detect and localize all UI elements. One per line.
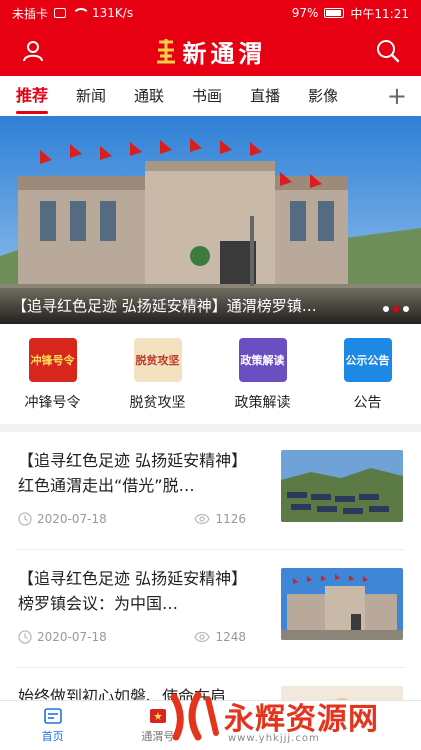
eye-icon: [194, 631, 211, 643]
carousel-dot: [403, 306, 409, 312]
watermark-url: www.yhkjjj.com: [228, 733, 320, 744]
battery-icon: [324, 8, 345, 18]
charge-thumb: 冲锋号令: [28, 338, 77, 382]
app-header: 新通渭: [0, 26, 421, 76]
news-views: 1248: [215, 630, 246, 644]
quick-link-label: 冲锋号令: [24, 395, 81, 411]
quick-link-label: 政策解读: [234, 395, 291, 411]
category-tabs: 推荐 新闻 通联 书画 直播 影像 +: [0, 76, 421, 116]
poverty-thumb: 脱贫攻坚: [133, 338, 182, 382]
notice-thumb: 公示公告: [343, 338, 392, 382]
clock-icon: [18, 630, 32, 644]
section-divider: [0, 424, 421, 432]
carousel-dots: [383, 306, 409, 312]
eye-icon: [194, 513, 211, 525]
nav-home-label: 首页: [41, 730, 64, 743]
search-button[interactable]: [373, 36, 403, 66]
status-bar: 未插卡 131K/s 97% 中午11:21: [0, 0, 421, 26]
nav-home[interactable]: 首页: [0, 701, 105, 750]
tab-live[interactable]: 直播: [250, 76, 280, 116]
battery-percent: 97%: [291, 6, 319, 20]
add-tab-button[interactable]: +: [387, 84, 407, 108]
tongwei-icon: [149, 709, 166, 723]
news-meta: 2020-07-18 1126: [18, 512, 246, 526]
quick-link-label: 脱贫攻坚: [129, 395, 186, 411]
news-thumbnail: [281, 450, 403, 522]
tab-calligraphy[interactable]: 书画: [192, 76, 222, 116]
tab-recommend[interactable]: 推荐: [16, 76, 49, 116]
sim-icon: [54, 8, 67, 18]
carousel-dot-active: [393, 306, 399, 312]
watermark-logo: [170, 691, 219, 741]
tab-tonglian[interactable]: 通联: [134, 76, 164, 116]
news-title: 【追寻红色足迹 弘扬延安精神】红色通渭走出“借光”脱…: [18, 451, 248, 495]
quick-link-notice[interactable]: 公示公告 公告: [315, 330, 420, 420]
watermark-text: 永辉资源网: [224, 702, 379, 737]
news-item[interactable]: 【追寻红色足迹 弘扬延安精神】红色通渭走出“借光”脱… 2020-07-18 1…: [16, 432, 405, 550]
news-meta: 2020-07-18 1248: [18, 630, 246, 644]
quick-links: 冲锋号令 冲锋号令 脱贫攻坚 脱贫攻坚 政策解读 政策解读 公示公告 公告: [0, 330, 421, 420]
search-icon: [377, 40, 400, 63]
news-views: 1126: [215, 512, 246, 526]
carrier-text: 未插卡: [12, 6, 49, 21]
home-icon: [43, 708, 62, 724]
banner-caption: 【追寻红色足迹 弘扬延安精神】通渭榜罗镇…: [0, 288, 421, 324]
news-thumbnail: [281, 568, 403, 640]
logo-mark-icon: [156, 39, 175, 64]
clock-icon: [18, 512, 32, 526]
news-item[interactable]: 【追寻红色足迹 弘扬延安精神】榜罗镇会议：为中国… 2020-07-18 124…: [16, 550, 405, 668]
network-speed: 131K/s: [92, 6, 134, 20]
quick-link-policy[interactable]: 政策解读 政策解读: [210, 330, 315, 420]
news-date: 2020-07-18: [37, 512, 107, 526]
carousel-dot: [383, 306, 389, 312]
user-button[interactable]: [18, 36, 48, 66]
news-title: 【追寻红色足迹 弘扬延安精神】榜罗镇会议：为中国…: [18, 569, 248, 613]
tab-news[interactable]: 新闻: [76, 76, 106, 116]
quick-link-charge[interactable]: 冲锋号令 冲锋号令: [0, 330, 105, 420]
user-icon: [23, 41, 43, 62]
clock: 中午11:21: [350, 6, 409, 21]
policy-thumb: 政策解读: [238, 338, 287, 382]
logo-text: 新通渭: [182, 38, 267, 68]
news-date: 2020-07-18: [37, 630, 107, 644]
tab-images[interactable]: 影像: [308, 76, 338, 116]
banner-carousel[interactable]: 【追寻红色足迹 弘扬延安精神】通渭榜罗镇…: [0, 116, 421, 324]
app-logo: 新通渭: [155, 34, 267, 69]
quick-link-poverty[interactable]: 脱贫攻坚 脱贫攻坚: [105, 330, 210, 420]
wifi-icon: [72, 8, 91, 18]
watermark: 永辉资源网 www.yhkjjj.com: [168, 688, 420, 744]
quick-link-label: 公告: [353, 395, 382, 411]
